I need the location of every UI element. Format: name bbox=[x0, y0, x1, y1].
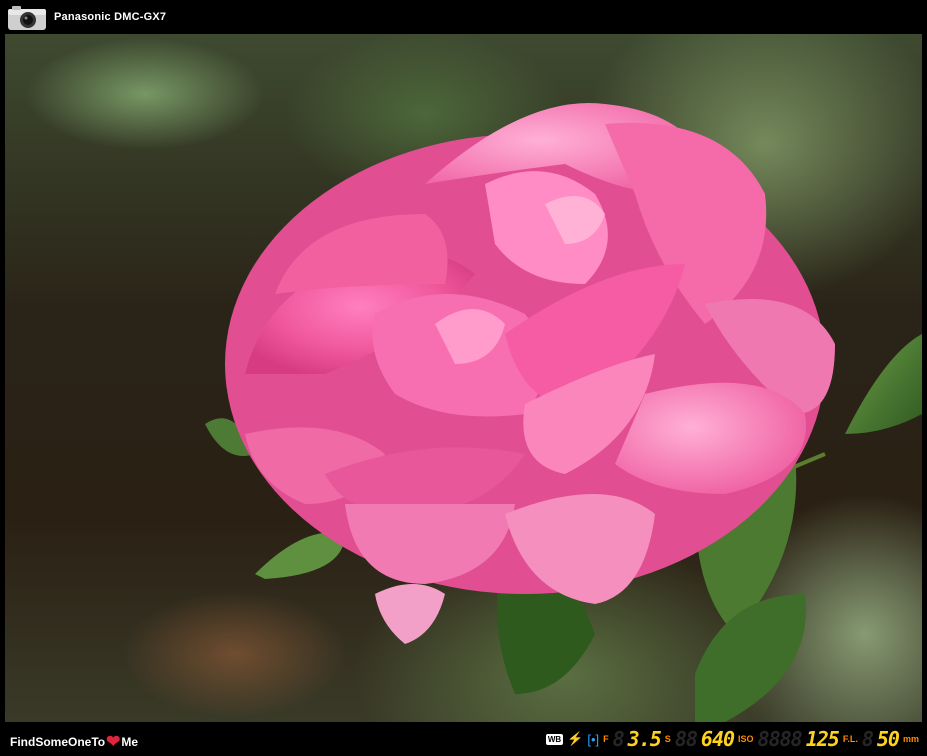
brand-text-left: FindSomeOneTo bbox=[10, 735, 106, 749]
white-balance-badge: WB bbox=[545, 733, 564, 745]
status-bar: FindSomeOneTo❤Me WB ⚡ [•] F 8 3.5 S 88 6… bbox=[0, 722, 927, 756]
ghost-digit: 88 bbox=[674, 727, 698, 751]
ghost-digit: 8 bbox=[861, 727, 874, 751]
metering-icon: [•] bbox=[587, 731, 600, 747]
camera-icon bbox=[8, 6, 46, 30]
leaf bbox=[695, 594, 806, 722]
top-bar: Panasonic DMC-GX7 bbox=[0, 0, 927, 34]
aperture-label: F bbox=[603, 734, 609, 744]
rose-image bbox=[205, 103, 922, 722]
iso-label: ISO bbox=[738, 734, 754, 744]
brand-text-right: Me bbox=[121, 735, 139, 749]
iso-value: 125 bbox=[805, 727, 840, 751]
leaf bbox=[845, 334, 922, 434]
camera-model: Panasonic DMC-GX7 bbox=[54, 11, 167, 23]
shutter-value: 640 bbox=[700, 727, 735, 751]
exif-readout: WB ⚡ [•] F 8 3.5 S 88 640 ISO 8888 125 F… bbox=[545, 727, 919, 751]
shutter-label: S bbox=[664, 734, 671, 744]
focal-length-label: F.L. bbox=[842, 734, 858, 744]
ghost-digit: 8 bbox=[612, 727, 625, 751]
brand-logo: FindSomeOneTo❤Me bbox=[10, 731, 138, 751]
ghost-digit: 8888 bbox=[757, 727, 803, 751]
focal-length-unit: mm bbox=[902, 734, 919, 744]
heart-icon: ❤ bbox=[106, 732, 121, 751]
focal-length-value: 50 bbox=[876, 727, 900, 751]
photo bbox=[5, 34, 922, 722]
flash-icon: ⚡ bbox=[567, 731, 584, 746]
aperture-value: 3.5 bbox=[627, 727, 662, 751]
